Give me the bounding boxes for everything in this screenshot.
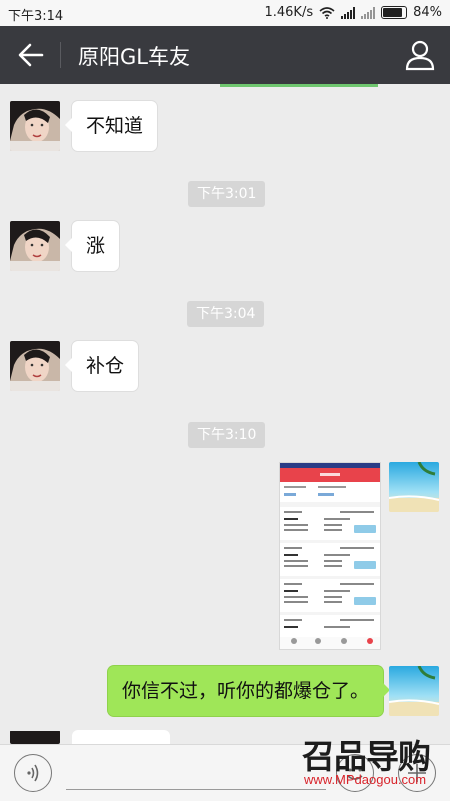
status-right: 1.46K/s 84%: [264, 5, 442, 20]
title-divider: [60, 42, 61, 68]
message-bubble[interactable]: 补仓: [64, 341, 139, 391]
wifi-icon: [319, 6, 335, 19]
message-bubble[interactable]: 涨: [64, 221, 120, 271]
message-text: 不知道: [86, 115, 144, 137]
message-input[interactable]: [66, 789, 326, 790]
image-message[interactable]: [279, 462, 381, 650]
previous-message-edge: [220, 84, 378, 87]
message-bubble[interactable]: 不知道: [64, 101, 158, 151]
my-avatar[interactable]: [389, 462, 439, 512]
title-bar: 原阳GL车友: [0, 26, 450, 84]
status-time: 下午3:14: [8, 9, 64, 24]
network-speed: 1.46K/s: [264, 5, 314, 20]
voice-toggle-button[interactable]: [14, 754, 52, 792]
message-text: 补仓: [86, 355, 125, 377]
timestamp: 下午3:10: [188, 422, 266, 448]
timestamp: 下午3:01: [188, 181, 266, 207]
watermark-logo: 召品导购 www.MPdaogou.com: [300, 730, 450, 800]
message-text: 涨: [86, 235, 106, 257]
avatar[interactable]: [10, 221, 60, 271]
my-message-bubble[interactable]: 你信不过，听你的都爆仓了。: [108, 666, 391, 716]
watermark-url: www.MPdaogou.com: [304, 772, 427, 787]
message-bubble[interactable]: [72, 730, 170, 744]
watermark-text: 召品导购: [302, 737, 431, 776]
avatar[interactable]: [10, 341, 60, 391]
message-text: 你信不过，听你的都爆仓了。: [122, 680, 370, 702]
battery-icon: [381, 6, 408, 19]
signal-2-icon: [361, 6, 376, 19]
my-avatar[interactable]: [389, 666, 439, 716]
battery-percent: 84%: [413, 5, 442, 20]
signal-icon: [341, 6, 356, 19]
group-profile-icon[interactable]: [404, 39, 436, 71]
voice-icon: [27, 764, 39, 782]
avatar[interactable]: [10, 101, 60, 151]
timestamp: 下午3:04: [187, 301, 265, 327]
avatar[interactable]: [10, 730, 60, 744]
back-arrow-icon[interactable]: [16, 41, 46, 69]
status-bar: 下午3:14 1.46K/s 84%: [0, 0, 450, 26]
chat-title: 原阳GL车友: [78, 45, 190, 69]
